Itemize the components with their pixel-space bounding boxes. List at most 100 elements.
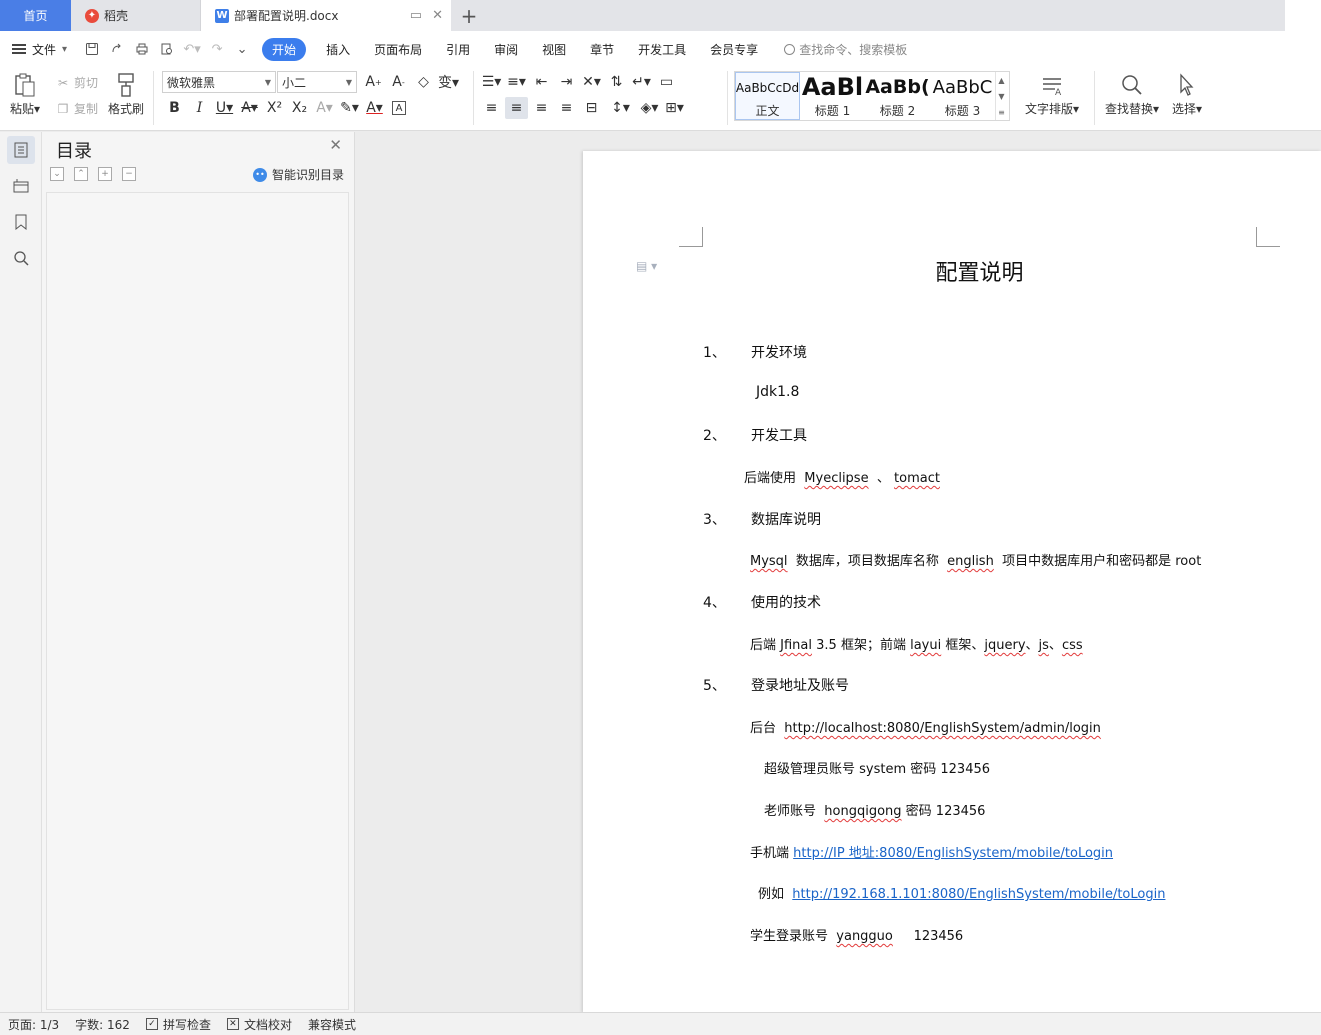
menu-review[interactable]: 审阅	[482, 37, 530, 62]
align-left-icon[interactable]: ≡	[480, 97, 503, 119]
bullet-list-icon[interactable]: ☰▾	[480, 71, 503, 93]
expand-all-icon[interactable]: ⌄	[50, 167, 64, 181]
status-bar: 页面: 1/3 字数: 162 ✓ 拼写检查 ✕ 文档校对 兼容模式	[0, 1012, 1321, 1035]
copy-button[interactable]: ❐ 复制	[55, 100, 98, 117]
save-icon[interactable]	[81, 38, 103, 60]
print-preview-icon[interactable]	[156, 38, 178, 60]
mobile-url-link[interactable]: http://IP 地址:8080/EnglishSystem/mobile/t…	[793, 846, 1113, 861]
page-indicator[interactable]: 页面: 1/3	[8, 1016, 59, 1033]
style-heading-3[interactable]: AaBbC 标题 3	[930, 72, 995, 120]
shrink-font-icon[interactable]: A-	[387, 71, 410, 93]
remove-heading-icon[interactable]: −	[122, 167, 136, 181]
menu-page-layout[interactable]: 页面布局	[362, 37, 434, 62]
proofread-icon: ✕	[226, 1018, 239, 1030]
menu-insert[interactable]: 插入	[314, 37, 362, 62]
chinese-layout-icon[interactable]: ✕▾	[580, 71, 603, 93]
tab-daoke[interactable]: ✦ 稻壳	[71, 0, 201, 31]
paste-button[interactable]: 粘贴▾	[10, 70, 40, 117]
word-count[interactable]: 字数: 162	[75, 1016, 130, 1033]
command-search[interactable]: 查找命令、搜索模板	[784, 41, 907, 58]
window-restore-icon[interactable]: ▭	[410, 8, 422, 23]
select-button[interactable]: 选择▾	[1172, 70, 1202, 117]
underline-icon[interactable]: U▾	[213, 97, 236, 119]
borders-icon[interactable]: ⊞▾	[663, 97, 686, 119]
style-heading-1[interactable]: AaBl 标题 1	[800, 72, 865, 120]
font-color-icon[interactable]: A▾	[363, 97, 386, 119]
smart-toc-button[interactable]: •• 智能识别目录	[252, 166, 344, 183]
styles-scroll[interactable]: ▲ ▼ ≡	[995, 72, 1007, 120]
example-url-link[interactable]: http://192.168.1.101:8080/EnglishSystem/…	[792, 887, 1165, 902]
spell-check-button[interactable]: ✓ 拼写检查	[145, 1016, 211, 1033]
text-layout-button[interactable]: A 文字排版▾	[1025, 70, 1079, 117]
text-effect-icon[interactable]: A▾	[313, 97, 336, 119]
chevron-up-icon[interactable]: ▲	[998, 76, 1004, 85]
format-painter-button[interactable]: 格式刷	[108, 70, 144, 117]
show-marks-icon[interactable]: ↵▾	[630, 71, 653, 93]
style-name: 标题 3	[944, 104, 981, 118]
line-spacing-icon[interactable]: ↕▾	[609, 97, 632, 119]
chapter-nav-icon[interactable]	[7, 172, 35, 200]
find-icon[interactable]	[7, 244, 35, 272]
tab-document[interactable]: W 部署配置说明.docx ▭ ✕	[201, 0, 451, 31]
menu-references[interactable]: 引用	[434, 37, 482, 62]
bookmark-icon[interactable]	[7, 208, 35, 236]
bold-icon[interactable]: B	[163, 97, 186, 119]
find-replace-button[interactable]: 查找替换▾	[1105, 70, 1159, 117]
sort-icon[interactable]: ⇅	[605, 71, 628, 93]
menu-chapter[interactable]: 章节	[578, 37, 626, 62]
menu-membership[interactable]: 会员专享	[698, 37, 770, 62]
proofread-button[interactable]: ✕ 文档校对	[226, 1016, 292, 1033]
decrease-indent-icon[interactable]: ⇤	[530, 71, 553, 93]
cut-button[interactable]: ✂ 剪切	[55, 74, 98, 91]
student-line: 学生登录账号 yangguo 123456	[750, 929, 964, 944]
share-icon[interactable]	[106, 38, 128, 60]
close-icon[interactable]: ✕	[329, 136, 342, 154]
strikethrough-icon[interactable]: A▾	[238, 97, 261, 119]
toc-toolbar: ⌄ ⌃ + −	[50, 167, 146, 181]
font-size-select[interactable]: 小二 ▼	[277, 71, 357, 93]
daoke-logo-icon: ✦	[85, 8, 99, 23]
clear-format-icon[interactable]: ◇	[412, 71, 435, 93]
style-heading-2[interactable]: AaBb( 标题 2	[865, 72, 930, 120]
style-sample: AaBb(	[865, 76, 930, 98]
example-url-line: 例如 http://192.168.1.101:8080/EnglishSyst…	[758, 887, 1166, 902]
file-menu-button[interactable]: 文件 ▾	[12, 41, 67, 58]
align-center-icon[interactable]: ≡	[505, 97, 528, 119]
menu-developer[interactable]: 开发工具	[626, 37, 698, 62]
chevron-down-icon[interactable]: ▼	[998, 92, 1004, 101]
menu-view[interactable]: 视图	[530, 37, 578, 62]
phonetic-guide-icon[interactable]: 变▾	[437, 71, 460, 93]
print-icon[interactable]	[131, 38, 153, 60]
italic-icon[interactable]: I	[188, 97, 211, 119]
distributed-icon[interactable]: ⊟	[580, 97, 603, 119]
tab-ruler-icon[interactable]: ▭	[655, 71, 678, 93]
close-tab-icon[interactable]: ✕	[432, 8, 443, 23]
shading-icon[interactable]: ◈▾	[638, 97, 661, 119]
increase-indent-icon[interactable]: ⇥	[555, 71, 578, 93]
subscript-icon[interactable]: X₂	[288, 97, 311, 119]
add-heading-icon[interactable]: +	[98, 167, 112, 181]
style-normal[interactable]: AaBbCcDd 正文	[735, 72, 800, 120]
redo-icon[interactable]: ↷	[206, 38, 228, 60]
document-page[interactable]: ▤ ▾ 配置说明 1、 开发环境 Jdk1.8 2、 开发工具 后端使用 Myecl…	[583, 151, 1321, 1013]
superscript-icon[interactable]: X²	[263, 97, 286, 119]
find-replace-label: 查找替换▾	[1105, 102, 1160, 116]
tab-home[interactable]: 首页	[0, 0, 71, 31]
menu-start[interactable]: 开始	[262, 37, 307, 61]
numbered-list-icon[interactable]: ≡▾	[505, 71, 528, 93]
justify-icon[interactable]: ≡	[555, 97, 578, 119]
char-border-icon[interactable]: A	[392, 101, 406, 115]
highlight-icon[interactable]: ✎▾	[338, 97, 361, 119]
align-right-icon[interactable]: ≡	[530, 97, 553, 119]
new-tab-button[interactable]: +	[451, 0, 487, 31]
window-control-area[interactable]	[1285, 0, 1321, 31]
undo-icon[interactable]: ↶▾	[181, 38, 203, 60]
collapse-all-icon[interactable]: ⌃	[74, 167, 88, 181]
toc-pane-icon[interactable]	[7, 136, 35, 164]
expand-icon[interactable]: ≡	[998, 108, 1005, 117]
font-name-select[interactable]: 微软雅黑 ▼	[162, 71, 276, 93]
customize-toolbar-icon[interactable]: ⌄	[231, 38, 253, 60]
copy-icon: ❐	[57, 101, 69, 116]
admin-url[interactable]: http://localhost:8080/EnglishSystem/admi…	[784, 721, 1101, 736]
grow-font-icon[interactable]: A +	[362, 71, 385, 93]
